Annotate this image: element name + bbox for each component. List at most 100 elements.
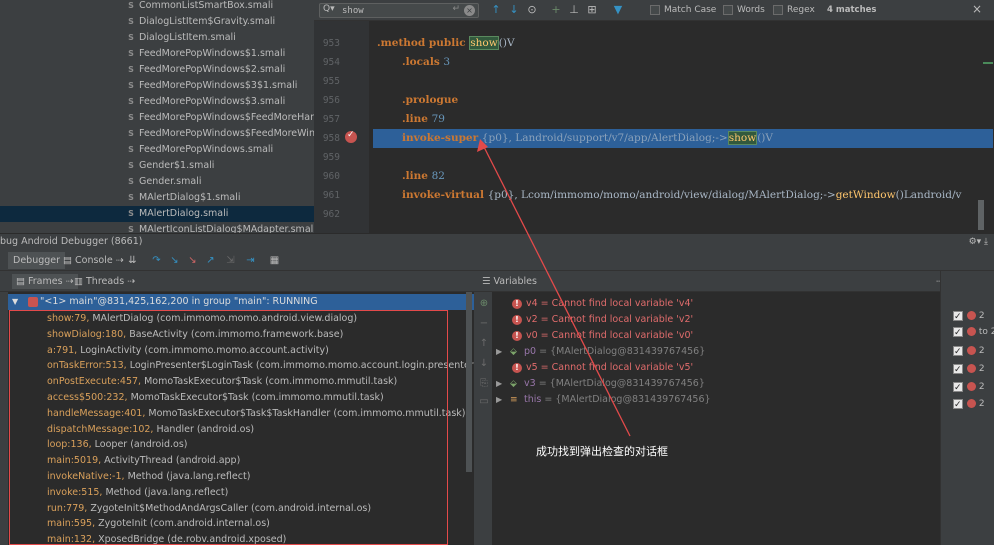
frames-scrollbar[interactable] [466,292,472,472]
new-watch-icon[interactable]: ⊕ [478,298,490,310]
tree-item[interactable]: S MAlertDialog$1.smali [0,190,314,206]
remove-occurrence-icon[interactable]: ⊥ [567,3,581,17]
tab-variables[interactable]: ☰ Variables [478,274,541,289]
tab-debugger[interactable]: Debugger [8,252,66,269]
stack-frame[interactable]: showDialog:180, BaseActivity (com.immomo… [47,327,343,343]
stack-frame[interactable]: invoke:515, Method (java.lang.reflect) [47,485,228,501]
select-all-occurrences-icon[interactable]: ⊞ [585,3,599,17]
breakpoint-entry[interactable]: to 2 [953,324,994,341]
breakpoint-entry[interactable]: 2 [953,343,985,360]
error-stripe-marker[interactable] [983,62,993,64]
next-occurrence-icon[interactable]: ↓ [507,3,521,17]
tree-item[interactable]: S DialogListItem$Gravity.smali [0,14,314,30]
watches-icon[interactable]: ▭ [478,396,490,408]
drop-frame-icon[interactable]: ⇲ [224,254,237,267]
tree-item[interactable]: S FeedMorePopWindows$2.smali [0,62,314,78]
copy-icon[interactable]: ⎘ [478,378,490,390]
variable-error-text: v4 = Cannot find local variable 'v4' [526,298,694,309]
code-editor[interactable]: Q▾ ↵ × ↑ ↓ ⊙ + ⊥ ⊞ ▼ Match Case Words Re… [314,0,994,233]
search-box[interactable]: Q▾ ↵ × [319,3,479,18]
smali-file-icon: S [128,1,134,10]
breakpoint-entry[interactable]: 2 [953,379,985,396]
stack-frame[interactable]: loop:136, Looper (android.os) [47,437,187,453]
tree-item[interactable]: S FeedMorePopWindows$1.smali [0,46,314,62]
breakpoint-entry[interactable]: 2 [953,308,985,325]
settings-icon[interactable]: ⚙▾ ⤓ [969,234,988,250]
tree-item[interactable]: S Gender$1.smali [0,158,314,174]
stack-frame[interactable]: a:791, LoginActivity (com.immomo.momo.ac… [47,343,329,359]
stack-frame[interactable]: main:132, XposedBridge (de.robv.android.… [47,532,286,545]
frames-list[interactable]: ▼ "<1> main"@831,425,162,200 in group "m… [8,292,474,545]
stack-frame[interactable]: access$500:232, MomoTaskExecutor$Task (c… [47,390,384,406]
dropdown-arrow-icon[interactable]: ▼ [12,294,18,310]
tree-item[interactable]: S Gender.smali [0,174,314,190]
checkbox-icon[interactable] [953,309,963,325]
stack-frame[interactable]: dispatchMessage:102, Handler (android.os… [47,422,254,438]
expand-arrow-icon[interactable]: ▶ [496,392,502,408]
match-count: 4 matches [827,5,877,15]
newline-icon[interactable]: ↵ [452,4,460,14]
stack-frame[interactable]: show:79, MAlertDialog (com.immomo.momo.a… [47,311,357,327]
search-icon[interactable]: Q▾ [323,4,335,14]
stack-frame[interactable]: main:595, ZygoteInit (com.android.intern… [47,516,270,532]
tree-item[interactable]: S CommonListSmartBox.smali [0,0,314,14]
tab-console[interactable]: ▤ Console ⇢ [58,252,129,269]
close-find-icon[interactable]: × [972,2,982,16]
stack-frame[interactable]: onPostExecute:457, MomoTaskExecutor$Task… [47,374,397,390]
breakpoints-side-panel[interactable]: 2 to 2 2 2 2 2 [940,271,994,545]
thread-selector[interactable]: ▼ "<1> main"@831,425,162,200 in group "m… [8,294,474,310]
stack-frame[interactable]: onTaskError:513, LoginPresenter$LoginTas… [47,358,474,374]
project-tree[interactable]: S CommonListSmartBox.smali S DialogListItem… [0,0,314,233]
variable-error-text: v0 = Cannot find local variable 'v0' [526,330,694,341]
tab-frames[interactable]: ▤ Frames ⇢ [12,274,78,289]
checkbox-icon[interactable] [953,362,963,378]
stack-frame[interactable]: invokeNative:-1, Method (java.lang.refle… [47,469,250,485]
stack-frame[interactable]: main:5019, ActivityThread (android.app) [47,453,240,469]
step-out-icon[interactable]: ↗ [204,254,217,267]
tree-item[interactable]: S FeedMorePopWindows$FeedMoreWinc [0,126,314,142]
tree-item[interactable]: S FeedMorePopWindows$FeedMoreHanc [0,110,314,126]
force-step-into-icon[interactable]: ↘ [186,254,199,267]
words-checkbox[interactable]: Words [723,4,765,17]
filter-icon[interactable]: ▼ [611,3,625,17]
tree-item[interactable]: S FeedMorePopWindows$3.smali [0,94,314,110]
breakpoint-icon[interactable] [345,130,357,143]
regex-checkbox[interactable]: Regex [773,4,815,17]
move-down-icon[interactable]: ↓ [478,358,490,370]
breakpoint-entry[interactable]: 2 [953,361,985,378]
step-over-icon[interactable]: ↷ [150,254,163,267]
stack-frame[interactable]: handleMessage:401, MomoTaskExecutor$Task… [47,406,466,422]
frame-location: Method (java.lang.reflect) [124,471,251,482]
code-token: {p0}, Landroid/support/v7/app/AlertDialo… [481,132,728,144]
add-occurrence-icon[interactable]: + [549,3,563,17]
breakpoint-entry[interactable]: 2 [953,396,985,413]
remove-watch-icon[interactable]: − [478,318,490,330]
tab-threads[interactable]: ▥ Threads ⇢ [70,274,139,289]
previous-occurrence-icon[interactable]: ↑ [489,3,503,17]
expand-arrow-icon[interactable]: ▶ [496,344,502,360]
tree-item[interactable]: S FeedMorePopWindows.smali [0,142,314,158]
move-up-icon[interactable]: ↑ [478,338,490,350]
line-gutter[interactable]: 953 954 955 956 957 958 959 960 961 962 [314,21,369,233]
step-into-icon[interactable]: ↘ [168,254,181,267]
stack-frame[interactable]: run:779, ZygoteInit$MethodAndArgsCaller … [47,501,371,517]
clear-search-icon[interactable]: × [464,5,475,16]
checkbox-icon[interactable] [953,325,963,341]
match-case-checkbox[interactable]: Match Case [650,4,716,17]
checkbox-icon[interactable] [953,397,963,413]
run-to-cursor-icon[interactable]: ⇥ [244,254,257,267]
tree-item[interactable]: S FeedMorePopWindows$3$1.smali [0,78,314,94]
tree-item[interactable]: S DialogListItem.smali [0,30,314,46]
expand-arrow-icon[interactable]: ▶ [496,376,502,392]
checkbox-icon[interactable] [953,380,963,396]
checkbox-icon[interactable] [953,344,963,360]
editor-scrollbar[interactable] [978,200,984,230]
evaluate-expression-icon[interactable]: ▦ [268,254,281,267]
variables-list[interactable]: ! v4 = Cannot find local variable 'v4' ! v… [492,292,940,545]
tab-frames-label: Frames [28,276,63,287]
search-input[interactable] [342,4,442,17]
tree-item[interactable]: S MAlertIconListDialog$MAdapter.smali [0,222,314,233]
find-all-icon[interactable]: ⊙ [525,3,539,17]
tree-item[interactable]: S MAlertDialog.smali [0,206,314,222]
show-execution-point-icon[interactable]: ⇊ [126,254,139,267]
